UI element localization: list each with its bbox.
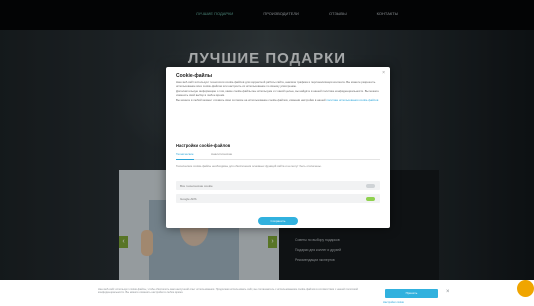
modal-paragraph: Вы можете в любой момент отозвать своё с… bbox=[176, 99, 380, 103]
modal-description: Наш веб-сайт использует технологии cooki… bbox=[176, 80, 380, 105]
cookie-toggle[interactable] bbox=[366, 183, 375, 188]
cookie-row-label: Google ADS bbox=[180, 196, 197, 201]
accept-cookies-button[interactable]: Принять bbox=[385, 289, 438, 298]
save-settings-button[interactable]: Сохранить bbox=[258, 217, 298, 225]
close-icon[interactable]: × bbox=[382, 70, 385, 76]
modal-paragraph-text: Вы можете в любой момент отозвать своё с… bbox=[176, 98, 326, 103]
cookie-banner-text: Наш веб-сайт использует cookie-файлы, чт… bbox=[98, 288, 359, 295]
tab-description: Технические cookie-файлы необходимы для … bbox=[176, 164, 322, 168]
cookie-banner: Наш веб-сайт использует cookie-файлы, чт… bbox=[0, 280, 534, 306]
cookie-tabs: Технические Аналитические bbox=[176, 152, 380, 160]
tab-technical[interactable]: Технические bbox=[176, 152, 194, 160]
cookie-row: Google ADS bbox=[176, 194, 380, 203]
cookie-toggle[interactable] bbox=[366, 196, 375, 201]
modal-paragraph: Наш веб-сайт использует технологии cooki… bbox=[176, 80, 376, 88]
chat-widget-icon[interactable] bbox=[517, 280, 534, 297]
cookie-settings-link[interactable]: Настройки cookie bbox=[383, 301, 404, 304]
cookie-policy-link[interactable]: политике использования cookie-файлов bbox=[326, 98, 378, 103]
tab-analytics[interactable]: Аналитические bbox=[211, 152, 232, 156]
modal-title: Cookie-файлы bbox=[176, 73, 213, 79]
modal-paragraph: Дополнительную информацию о том, какие c… bbox=[176, 89, 379, 97]
cookie-row: Все технические cookie bbox=[176, 181, 380, 190]
close-icon[interactable]: × bbox=[446, 289, 450, 295]
settings-title: Настройки cookie-файлов bbox=[176, 143, 231, 148]
cookie-row-label: Все технические cookie bbox=[180, 183, 213, 188]
cookie-settings-modal: × Cookie-файлы Наш веб-сайт использует т… bbox=[166, 67, 390, 228]
